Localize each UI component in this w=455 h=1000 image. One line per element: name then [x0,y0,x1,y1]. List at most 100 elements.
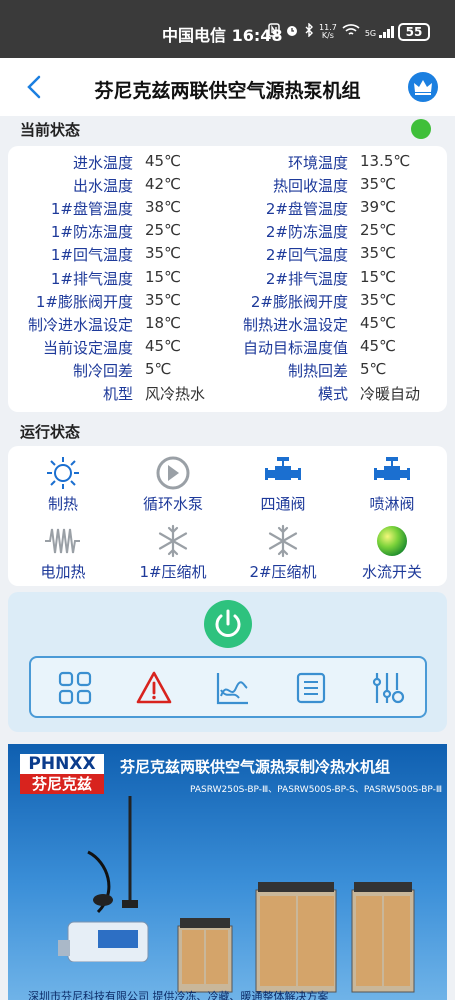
param-label: 环境温度 [287,154,348,172]
run-item-label: 制热 [47,495,78,513]
online-status-indicator [411,119,431,139]
param-value: 25℃ [360,221,396,240]
nfc-icon [268,23,280,41]
control-panel [8,592,447,732]
param-value: 42℃ [145,175,181,194]
run-item-label: 循环水泵 [142,495,203,513]
spray-valve-icon [374,457,410,480]
pump-icon [156,456,190,490]
status-row: 1#回气温度 35℃ 2#回气温度 35℃ [8,244,447,267]
param-value: 35℃ [360,244,396,263]
param-value: 39℃ [360,198,396,217]
app-header: 芬尼克兹两联供空气源热泵机组 [0,58,455,116]
snowflake-icon [268,524,298,558]
param-label: 1#防冻温度 [50,223,133,242]
param-label: 热回收温度 [272,177,348,196]
grid-icon[interactable] [57,670,93,706]
param-value: 45℃ [360,336,396,355]
param-label: 模式 [317,385,348,403]
status-row: 制冷回差 5℃ 制热回差 5℃ [8,360,447,383]
banner-title: 芬尼克兹两联供空气源热泵制冷热水机组 [120,758,391,776]
run-item-four-way-valve: 四通阀 [228,456,338,514]
bluetooth-icon [304,22,314,41]
signal-label: 5G [364,29,377,38]
param-value: 35℃ [145,244,181,263]
brand-logo-en: PHNXX [28,754,96,774]
run-status-label: 运行状态 [20,423,81,441]
product-banner[interactable]: PHNXX 芬尼克兹 芬尼克兹两联供空气源热泵制冷热水机组 PASRW250S-… [8,744,447,1000]
param-label: 1#回气温度 [50,246,133,265]
brand-logo: PHNXX 芬尼克兹 [20,754,104,794]
param-value: 45℃ [145,336,181,355]
run-item-circulation-pump: 循环水泵 [118,456,228,514]
run-item-label: 电加热 [40,563,86,581]
param-value: 15℃ [145,267,181,286]
param-label: 自动目标温度值 [242,338,348,357]
param-value: 45℃ [145,152,181,170]
run-item-electric-heating: 电加热 [8,524,118,582]
param-label: 2#膨胀阀开度 [250,292,348,311]
param-label: 2#盘管温度 [265,200,348,219]
current-status-panel: 进水温度 45℃ 环境温度 13.5℃ 出水温度 42℃ 热回收温度 35℃ 1#盘管温度 38℃… [8,146,447,412]
run-item-compressor-2: 2#压缩机 [228,524,338,582]
param-value: 13.5℃ [360,152,411,170]
run-item-label: 1#压缩机 [139,563,207,581]
alarm-icon[interactable] [136,670,172,706]
param-value: 18℃ [145,313,181,332]
battery-indicator: 55 [398,23,430,41]
status-icons: 11.7 K/s 5G [268,22,395,41]
current-status-label: 当前状态 [20,121,81,139]
param-label: 1#盘管温度 [50,200,133,219]
crown-icon[interactable] [408,72,438,102]
status-row: 制冷进水温设定 18℃ 制热进水温设定 45℃ [8,314,447,337]
settings-sliders-icon[interactable] [370,670,406,706]
net-speed: 11.7 K/s [319,24,337,40]
param-label: 进水温度 [72,154,133,172]
list-icon[interactable] [293,670,329,706]
status-row: 当前设定温度 45℃ 自动目标温度值 45℃ [8,337,447,360]
chart-icon[interactable] [215,670,251,706]
function-toolbar [29,656,427,718]
alarm-clock-icon [285,23,299,41]
param-value: 15℃ [360,267,396,286]
wireless-controller-image [58,796,149,962]
power-icon [215,609,241,637]
sun-icon [47,457,79,489]
banner-models: PASRW250S-BP-Ⅲ、PASRW500S-BP-S、PASRW500S-… [190,785,443,795]
valve-icon [265,457,301,480]
banner-footer: 深圳市芬尼科技有限公司 提供冷冻、冷藏、暖通整体解决方案 [28,990,329,1000]
param-value: 风冷热水 [145,385,206,403]
param-value: 35℃ [360,290,396,309]
signal-icon: 5G [365,26,395,38]
param-value: 冷暖自动 [360,385,421,403]
status-row: 出水温度 42℃ 热回收温度 35℃ [8,175,447,198]
status-row: 进水温度 45℃ 环境温度 13.5℃ [8,152,447,175]
status-row: 1#防冻温度 25℃ 2#防冻温度 25℃ [8,221,447,244]
param-label: 机型 [102,385,133,403]
wifi-icon [342,23,360,41]
run-item-label: 2#压缩机 [249,563,317,581]
brand-logo-cn: 芬尼克兹 [20,774,104,794]
param-value: 5℃ [360,359,387,378]
net-speed-unit: K/s [321,31,334,40]
status-row: 1#盘管温度 38℃ 2#盘管温度 39℃ [8,198,447,221]
param-label: 制冷回差 [72,361,133,380]
run-item-heating: 制热 [8,456,118,514]
page-title: 芬尼克兹两联供空气源热泵机组 [94,80,361,102]
heat-pump-units-image [177,882,415,993]
param-label: 2#回气温度 [265,246,348,265]
param-label: 制热进水温设定 [242,315,348,334]
status-row: 1#膨胀阀开度 35℃ 2#膨胀阀开度 35℃ [8,291,447,314]
param-label: 1#膨胀阀开度 [35,292,133,311]
electric-heater-icon [45,528,80,554]
status-row: 1#排气温度 15℃ 2#排气温度 15℃ [8,268,447,291]
power-button[interactable] [204,600,252,648]
run-item-label: 水流开关 [361,563,422,581]
status-row: 机型 风冷热水 模式 冷暖自动 [8,383,447,406]
param-value: 35℃ [145,290,181,309]
param-label: 制冷进水温设定 [27,315,133,334]
param-value: 35℃ [360,175,396,194]
run-status-panel: 制热 循环水泵 四通阀 喷淋阀 电加热 1#压缩机 2#压缩机 水流开关 [8,446,447,586]
param-label: 当前设定温度 [42,338,133,357]
param-label: 2#排气温度 [265,269,348,288]
